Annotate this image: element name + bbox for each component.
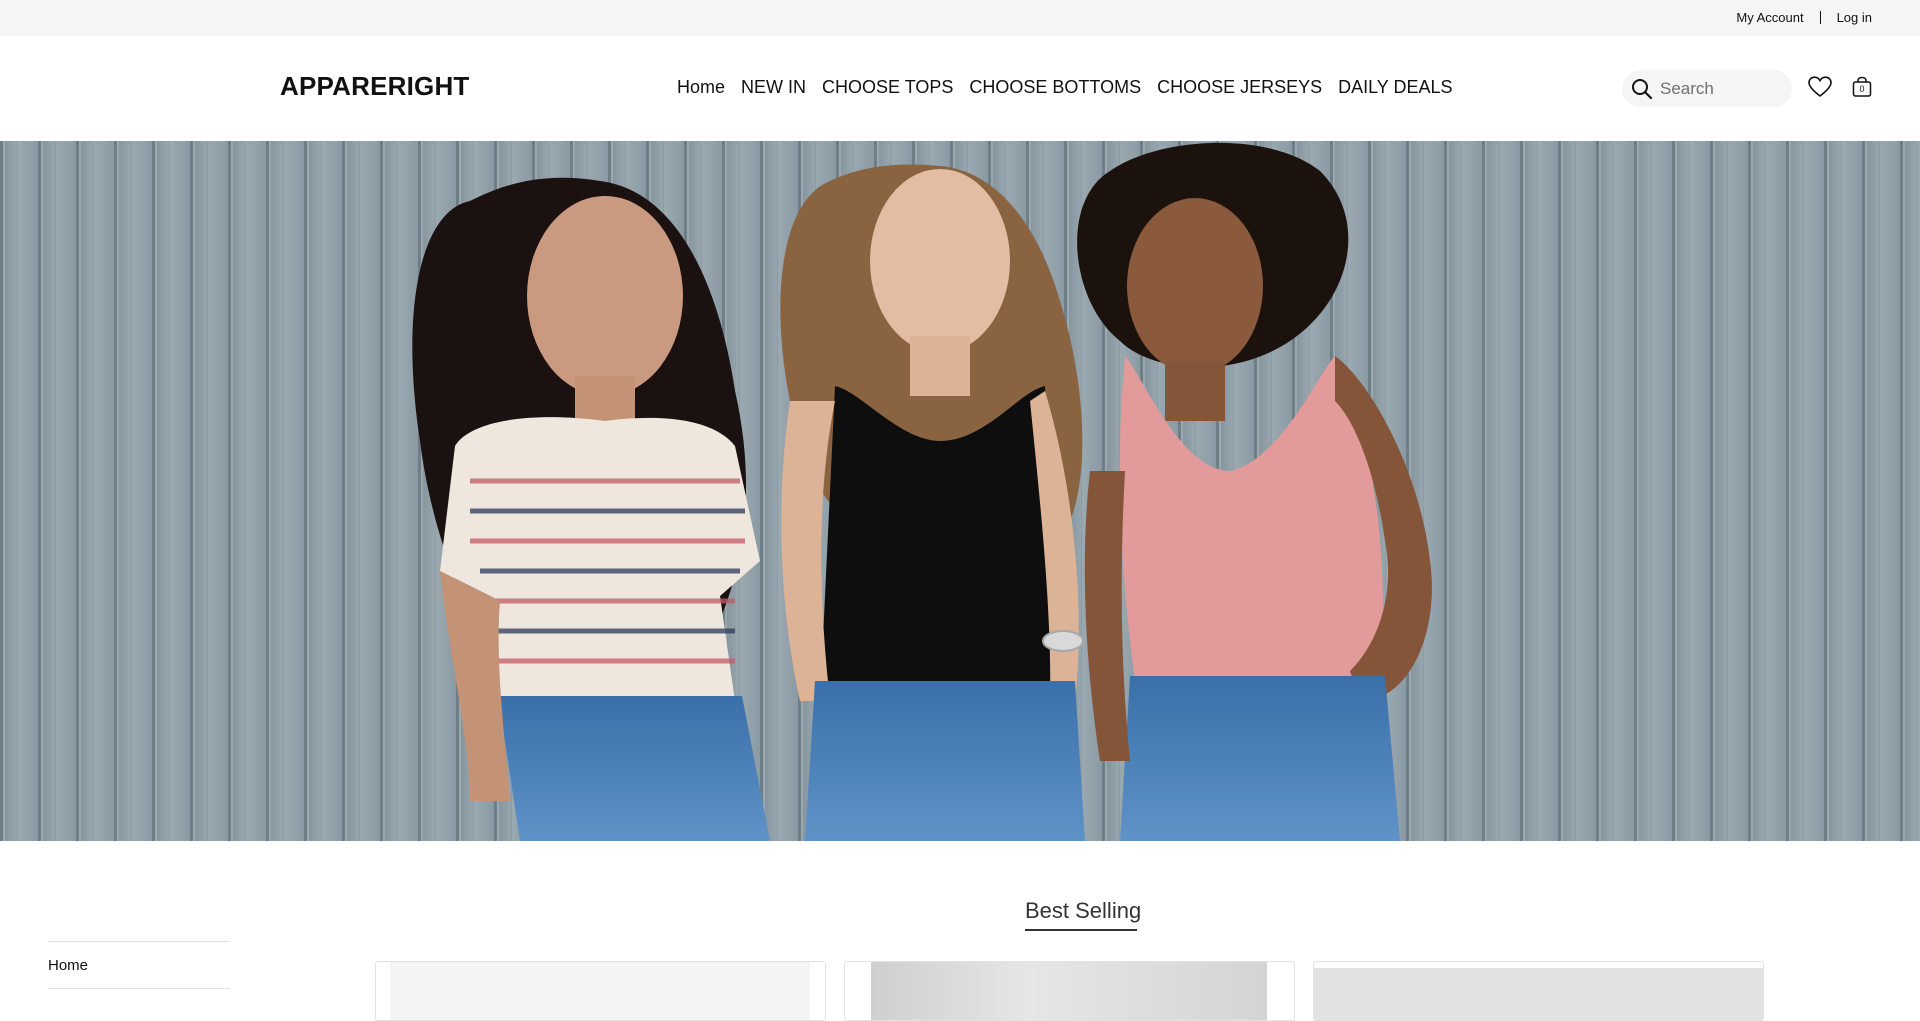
product-card[interactable] <box>375 961 826 1021</box>
site-logo[interactable]: APPARERIGHT <box>280 71 470 102</box>
product-image[interactable] <box>390 962 810 1020</box>
product-card[interactable] <box>844 961 1295 1021</box>
nav-choose-jerseys[interactable]: CHOOSE JERSEYS <box>1157 77 1322 98</box>
link-divider <box>1819 11 1821 24</box>
hero-image <box>0 141 1920 841</box>
main-navigation: Home NEW IN CHOOSE TOPS CHOOSE BOTTOMS C… <box>677 77 1453 98</box>
log-in-link[interactable]: Log in <box>1837 10 1872 25</box>
nav-choose-bottoms[interactable]: CHOOSE BOTTOMS <box>969 77 1141 98</box>
account-links: My Account Log in <box>1736 10 1872 25</box>
sidebar-item-home[interactable]: Home <box>48 942 230 989</box>
shopping-bag-button[interactable]: 0 <box>1849 76 1875 102</box>
nav-choose-tops[interactable]: CHOOSE TOPS <box>822 77 953 98</box>
sidebar-nav: Home <box>48 941 230 989</box>
hero-banner <box>0 141 1920 841</box>
heart-icon <box>1808 75 1832 103</box>
bag-count-badge: 0 <box>1859 84 1865 94</box>
nav-home[interactable]: Home <box>677 77 725 98</box>
search-input[interactable] <box>1660 78 1780 99</box>
nav-new-in[interactable]: NEW IN <box>741 77 806 98</box>
product-card[interactable] <box>1313 961 1764 1021</box>
section-title: Best Selling <box>1025 898 1142 923</box>
my-account-link[interactable]: My Account <box>1736 10 1803 25</box>
search-icon[interactable] <box>1628 75 1656 103</box>
favorites-button[interactable] <box>1807 75 1833 103</box>
site-header: APPARERIGHT Home NEW IN CHOOSE TOPS CHOO… <box>0 36 1920 141</box>
product-image[interactable] <box>871 962 1267 1020</box>
search-box[interactable] <box>1622 70 1792 107</box>
section-title-underline <box>1025 929 1137 931</box>
nav-daily-deals[interactable]: DAILY DEALS <box>1338 77 1452 98</box>
product-image[interactable] <box>1314 968 1763 1020</box>
top-utility-bar: My Account Log in <box>0 0 1920 36</box>
